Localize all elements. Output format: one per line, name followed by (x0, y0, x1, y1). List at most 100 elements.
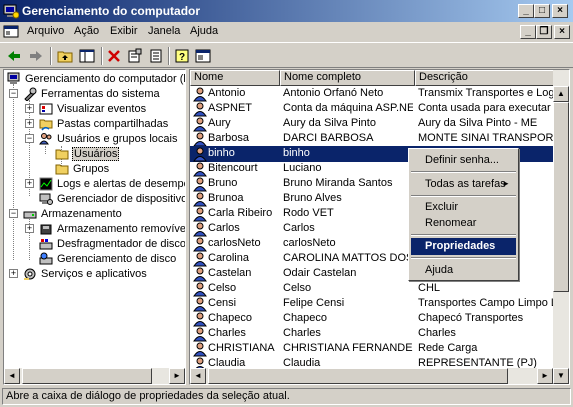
table-cell: Aury da Silva Pinto (283, 117, 376, 129)
window-title: Gerenciamento do computador (22, 4, 201, 18)
properties-button[interactable] (125, 46, 145, 66)
maximize-button[interactable]: □ (534, 4, 550, 18)
tree-label: Desfragmentador de disco (57, 237, 186, 250)
title-bar: Gerenciamento do computador _ □ × (0, 0, 573, 22)
scroll-down-button[interactable]: ▼ (553, 368, 569, 384)
table-cell: Antonio (208, 87, 246, 99)
table-cell: Aury da Silva Pinto - ME (418, 117, 538, 129)
expander-servicos[interactable]: + (9, 269, 18, 278)
mdi-restore-button[interactable]: ❐ (536, 25, 552, 39)
table-cell: MONTE SINAI TRANSPORTES E (418, 132, 555, 144)
menu-item-definir-senha[interactable]: Definir senha... (411, 152, 516, 169)
tree-item-eventos[interactable]: Visualizar eventos (39, 101, 147, 116)
column-header-nome[interactable]: Nome (190, 70, 280, 86)
menu-janela[interactable]: Janela (148, 25, 180, 37)
table-cell: Conta da máquina ASP.NET (283, 102, 413, 114)
tree-item-logs[interactable]: Logs e alertas de desempen (39, 176, 185, 191)
expander-eventos[interactable]: + (25, 104, 34, 113)
menu-item-propriedades[interactable]: Propriedades (411, 238, 516, 255)
table-row[interactable]: Celso Celso CHL (190, 281, 555, 297)
scroll-left-button[interactable]: ◄ (190, 368, 206, 384)
minimize-button[interactable]: _ (518, 4, 534, 18)
mdi-minimize-button[interactable]: _ (520, 25, 536, 39)
table-cell: CHRISTIANA FERNANDES... (283, 342, 413, 354)
table-row[interactable]: Charles Charles Charles (190, 326, 555, 342)
tree-item-pastas[interactable]: Pastas compartilhadas (39, 116, 169, 131)
scroll-left-button[interactable]: ◄ (4, 368, 20, 384)
up-folder-button[interactable] (55, 46, 75, 66)
table-cell: carlosNeto (283, 237, 336, 249)
tree-item-usuarios[interactable]: Usuários (55, 146, 120, 161)
menu-arquivo[interactable]: Arquivo (27, 25, 64, 37)
disk-management-icon (39, 252, 53, 264)
table-row[interactable]: ASPNET Conta da máquina ASP.NET Conta usad… (190, 101, 555, 117)
scroll-up-button[interactable]: ▲ (553, 86, 569, 102)
tree-item-desfragmentador[interactable]: Desfragmentador de disco (39, 236, 186, 251)
expander-removivel[interactable]: + (25, 224, 34, 233)
table-row[interactable]: Barbosa DARCI BARBOSA MONTE SINAI TRANSPOR… (190, 131, 555, 147)
console-button[interactable] (193, 46, 213, 66)
table-row[interactable]: Chapeco Chapeco Chapecó Transportes (190, 311, 555, 327)
list-vertical-scrollbar[interactable]: ▲ ▼ (553, 70, 569, 384)
table-cell: Celso (283, 282, 312, 294)
tree-item-removivel[interactable]: Armazenamento removível (39, 221, 185, 236)
list-horizontal-scrollbar[interactable]: ◄ ► (190, 368, 553, 384)
table-cell: Luciano (283, 162, 322, 174)
svg-text:?: ? (179, 52, 185, 63)
expander-logs[interactable]: + (25, 179, 34, 188)
menu-item-label: Propriedades (425, 240, 496, 252)
close-button[interactable]: × (552, 4, 568, 18)
table-row[interactable]: CHRISTIANA CHRISTIANA FERNANDES... Rede Ca… (190, 341, 555, 357)
tree-item-disco[interactable]: Gerenciamento de disco (39, 251, 177, 266)
menu-item-renomear[interactable]: Renomear (411, 215, 516, 232)
scroll-thumb[interactable] (208, 368, 508, 384)
menu-item-ajuda[interactable]: Ajuda (411, 262, 516, 279)
table-row[interactable]: Censi Felipe Censi Transportes Campo Limpo… (190, 296, 555, 312)
performance-icon (39, 177, 53, 190)
menu-item-todas-tarefas[interactable]: Todas as tarefas ► (411, 176, 516, 193)
delete-button[interactable] (104, 46, 124, 66)
mdi-close-button[interactable]: × (554, 25, 570, 39)
table-cell: Carlos (208, 222, 240, 234)
menu-item-excluir[interactable]: Excluir (411, 199, 516, 216)
tree-item-root[interactable]: Gerenciamento do computador (loca (7, 71, 185, 86)
tree-horizontal-scrollbar[interactable]: ◄ ► (4, 368, 185, 384)
tree-item-grupos[interactable]: Grupos (55, 161, 110, 176)
scroll-right-button[interactable]: ► (169, 368, 185, 384)
user-icon (192, 176, 208, 192)
tree-item-armazenamento[interactable]: Armazenamento (23, 206, 123, 221)
menu-ajuda[interactable]: Ajuda (190, 25, 218, 37)
show-tree-button[interactable] (77, 46, 97, 66)
menu-acao[interactable]: Ação (74, 25, 99, 37)
scroll-thumb[interactable] (22, 368, 152, 384)
table-row[interactable]: Aury Aury da Silva Pinto Aury da Silva Pin… (190, 116, 555, 132)
console-window-icon[interactable] (3, 24, 19, 40)
event-viewer-icon (39, 103, 53, 114)
tree-label: Serviços e aplicativos (41, 267, 147, 280)
expander-armazenamento[interactable]: − (9, 209, 18, 218)
export-list-button[interactable] (146, 46, 166, 66)
table-cell: Celso (208, 282, 237, 294)
column-header-descricao[interactable]: Descrição (415, 70, 555, 86)
table-cell: Charles (418, 327, 456, 339)
expander-usuarios-grupos[interactable]: − (25, 134, 34, 143)
column-header-nome-completo[interactable]: Nome completo (280, 70, 415, 86)
help-button[interactable]: ? (172, 46, 192, 66)
expander-pastas[interactable]: + (25, 119, 34, 128)
table-cell: Carla Ribeiro (208, 207, 273, 219)
tree-label: Gerenciador de dispositivos (57, 192, 186, 205)
scroll-right-button[interactable]: ► (537, 368, 553, 384)
tree-item-ferramentas[interactable]: Ferramentas do sistema (23, 86, 161, 101)
console-tree[interactable]: Gerenciamento do computador (loca − Ferr… (3, 69, 186, 385)
scroll-thumb[interactable] (553, 102, 569, 292)
tree-item-usuarios-grupos[interactable]: Usuários e grupos locais (39, 131, 178, 146)
user-icon (192, 206, 208, 222)
expander-ferramentas[interactable]: − (9, 89, 18, 98)
menu-exibir[interactable]: Exibir (110, 25, 138, 37)
delete-icon (108, 50, 120, 62)
tree-item-servicos[interactable]: Serviços e aplicativos (23, 266, 148, 281)
tree-item-dispositivos[interactable]: Gerenciador de dispositivos (39, 191, 186, 206)
forward-button[interactable] (26, 46, 46, 66)
back-button[interactable] (4, 46, 24, 66)
table-row[interactable]: Antonio Antonio Orfanó Neto Transmix Trans… (190, 86, 555, 102)
